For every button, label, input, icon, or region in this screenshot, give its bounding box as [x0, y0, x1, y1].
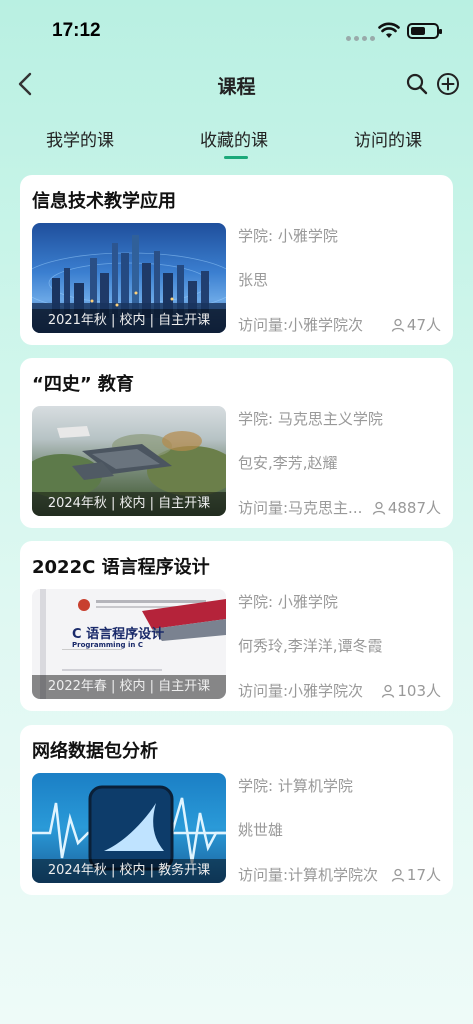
course-title: “四史” 教育: [32, 374, 134, 395]
status-time: 17:12: [52, 20, 101, 41]
course-title: 网络数据包分析: [32, 741, 158, 762]
status-bar: 17:12: [0, 0, 473, 60]
course-teachers: 姚世雄: [238, 821, 284, 839]
course-card[interactable]: 信息技术教学应用 2021年秋 | 校内 | 自主开课 学院: 小雅学院 张思 …: [20, 175, 453, 345]
course-tabs: 我学的课 收藏的课 访问的课: [0, 120, 473, 164]
battery-icon: [407, 23, 442, 39]
visitor-count-value: 47人: [406, 316, 441, 334]
course-cover-caption: 2024年秋 | 校内 | 自主开课: [32, 492, 226, 516]
course-card[interactable]: 2022C 语言程序设计 C 语言程序设计 Programming in C 2…: [20, 541, 453, 711]
course-college: 学院: 小雅学院: [238, 227, 338, 245]
course-college: 学院: 计算机学院: [238, 777, 353, 795]
book-cover-subtitle: Programming in C: [72, 641, 143, 649]
course-college: 学院: 马克思主义学院: [238, 410, 383, 428]
course-teachers: 包安,李芳,赵耀: [238, 454, 338, 472]
course-title: 2022C 语言程序设计: [32, 557, 210, 578]
page-title: 课程: [217, 76, 256, 98]
person-icon: [372, 501, 385, 515]
course-cover-caption: 2022年春 | 校内 | 自主开课: [32, 675, 226, 699]
tab-my-courses[interactable]: 我学的课: [46, 126, 114, 151]
course-card[interactable]: “四史” 教育 2024年秋 | 校内 | 自主开课 学院: 马克思主义学院 包…: [20, 358, 453, 528]
course-teachers: 张思: [238, 271, 269, 289]
book-cover-title: C 语言程序设计: [72, 627, 165, 642]
person-icon: [382, 684, 395, 698]
course-cover-caption: 2024年秋 | 校内 | 教务开课: [32, 859, 226, 883]
course-cover-image: 2024年秋 | 校内 | 自主开课: [32, 406, 226, 516]
search-icon[interactable]: [405, 72, 429, 96]
course-teachers: 何秀玲,李洋洋,谭冬霞: [238, 637, 383, 655]
active-tab-indicator: [224, 156, 248, 159]
signal-dots-icon: [346, 36, 375, 41]
tab-favorite-courses[interactable]: 收藏的课: [200, 126, 268, 151]
visitor-count: 103人: [381, 680, 441, 701]
course-views: 访问量:马克思主...: [238, 499, 363, 517]
course-cover-image: C 语言程序设计 Programming in C 2022年春 | 校内 | …: [32, 589, 226, 699]
course-views: 访问量:小雅学院次: [238, 316, 364, 334]
add-icon[interactable]: [436, 72, 460, 96]
person-icon: [391, 318, 405, 332]
tab-visited-courses[interactable]: 访问的课: [354, 126, 422, 151]
person-icon: [391, 868, 405, 882]
course-views: 访问量:小雅学院次: [238, 682, 364, 700]
visitor-count: 47人: [391, 314, 441, 335]
visitor-count: 4887人: [372, 497, 441, 518]
wifi-icon: [378, 22, 400, 38]
course-views: 访问量:计算机学院次: [238, 866, 379, 884]
visitor-count-value: 103人: [397, 682, 441, 700]
course-cover-caption: 2021年秋 | 校内 | 自主开课: [32, 309, 226, 333]
course-college: 学院: 小雅学院: [238, 593, 338, 611]
visitor-count-value: 4887人: [387, 499, 441, 517]
nav-bar: 课程: [0, 62, 473, 106]
course-cover-image: 2024年秋 | 校内 | 教务开课: [32, 773, 226, 883]
course-title: 信息技术教学应用: [32, 191, 176, 212]
visitor-count: 17人: [391, 864, 441, 885]
visitor-count-value: 17人: [406, 866, 441, 884]
course-cover-image: 2021年秋 | 校内 | 自主开课: [32, 223, 226, 333]
course-card[interactable]: 网络数据包分析 2024年秋 | 校内 | 教务开课 学院: 计算机学院 姚世雄…: [20, 725, 453, 895]
